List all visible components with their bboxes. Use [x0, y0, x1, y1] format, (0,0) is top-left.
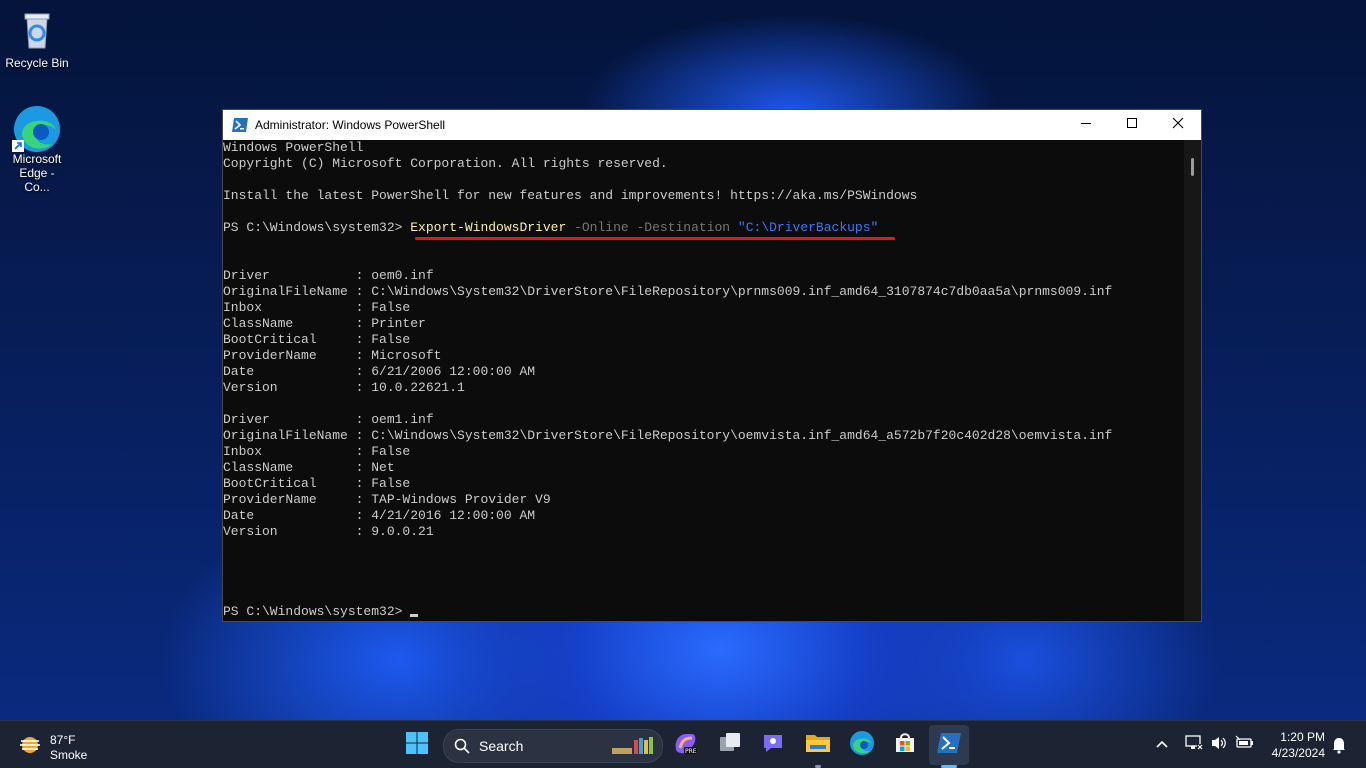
volume-icon[interactable] — [1210, 735, 1228, 756]
chat-icon — [761, 731, 785, 760]
clock-date: 4/23/2024 — [1271, 746, 1325, 760]
console-output-line: Driver : oem0.inf — [223, 268, 434, 283]
task-view-icon — [718, 731, 742, 760]
chat-button[interactable] — [753, 725, 793, 765]
console-line: Install the latest PowerShell for new fe… — [223, 188, 918, 203]
chevron-up-icon — [1155, 738, 1169, 755]
file-explorer-icon — [805, 731, 831, 760]
console-prompt: PS C:\Windows\system32> — [223, 604, 411, 619]
weather-condition: Smoke — [50, 747, 88, 762]
console-output-line: ProviderName : TAP-Windows Provider V9 — [223, 492, 551, 507]
console-output-line: Inbox : False — [223, 444, 411, 459]
powershell-icon — [232, 118, 248, 132]
notification-bell-icon[interactable] — [1331, 736, 1347, 759]
svg-text:PRE: PRE — [685, 748, 697, 755]
search-icon — [454, 738, 470, 759]
store-icon — [893, 731, 917, 760]
console-output-line: OriginalFileName : C:\Windows\System32\D… — [223, 428, 1113, 443]
powershell-window[interactable]: Administrator: Windows PowerShell Window… — [222, 109, 1202, 622]
console-output-line: BootCritical : False — [223, 476, 411, 491]
scrollbar-thumb[interactable] — [1191, 158, 1194, 176]
weather-widget[interactable]: 87°F Smoke — [16, 731, 87, 764]
console-output-line: Driver : oem1.inf — [223, 412, 434, 427]
edge-icon — [849, 730, 875, 761]
desktop-icon-label: Recycle Bin — [5, 56, 69, 70]
desktop-icon-label: Microsoft Edge - Co... — [12, 152, 62, 194]
search-box[interactable]: Search — [443, 729, 663, 763]
start-icon — [405, 731, 429, 760]
console-output-line: Date : 6/21/2006 12:00:00 AM — [223, 364, 536, 379]
console-line: Windows PowerShell — [223, 140, 364, 155]
clock[interactable]: 1:20 PM 4/23/2024 — [1265, 729, 1325, 761]
maximize-button[interactable] — [1109, 110, 1155, 140]
title-bar[interactable]: Administrator: Windows PowerShell — [223, 110, 1201, 140]
command-param-online: -Online — [566, 220, 629, 235]
console-output-line: OriginalFileName : C:\Windows\System32\D… — [223, 284, 1113, 299]
edge-icon — [12, 104, 60, 152]
text-cursor — [410, 614, 419, 617]
weather-temp: 87°F — [50, 732, 76, 747]
maximize-icon — [1126, 116, 1138, 134]
close-button[interactable] — [1155, 110, 1201, 140]
show-hidden-icons-button[interactable] — [1155, 737, 1169, 756]
edge-taskbar-button[interactable] — [842, 725, 882, 765]
copilot-icon: PRE — [672, 730, 698, 761]
file-explorer-button[interactable] — [798, 725, 838, 765]
scrollbar[interactable] — [1184, 140, 1201, 621]
console-line: Copyright (C) Microsoft Corporation. All… — [223, 156, 668, 171]
desktop-icon-recycle-bin[interactable]: Recycle Bin — [1, 8, 73, 70]
search-label: Search — [479, 738, 524, 754]
command-param-destination: -Destination — [628, 220, 731, 235]
command-highlight-underline — [415, 237, 895, 240]
search-highlight-icon — [610, 734, 656, 763]
powershell-icon — [937, 732, 961, 759]
battery-icon[interactable] — [1234, 735, 1254, 756]
console-output-line: ClassName : Net — [223, 460, 395, 475]
network-icon[interactable] — [1185, 735, 1203, 756]
console-prompt: PS C:\Windows\system32> — [223, 220, 411, 235]
start-button[interactable] — [397, 725, 437, 765]
console-output-line: Date : 4/21/2016 12:00:00 AM — [223, 508, 536, 523]
copilot-button[interactable]: PRE — [665, 725, 705, 765]
desktop-icon-edge[interactable]: Microsoft Edge - Co... — [1, 104, 73, 194]
console-output-line: ClassName : Printer — [223, 316, 426, 331]
store-button[interactable] — [885, 725, 925, 765]
minimize-icon — [1080, 116, 1092, 134]
console-output-line: Version : 10.0.22621.1 — [223, 380, 465, 395]
powershell-taskbar-button[interactable] — [929, 725, 969, 765]
command-line: PS C:\Windows\system32> Export-WindowsDr… — [223, 220, 1183, 236]
console-output-line: Version : 9.0.0.21 — [223, 524, 434, 539]
recycle-bin-icon — [15, 8, 59, 52]
final-prompt-line: PS C:\Windows\system32> — [223, 604, 1183, 620]
task-view-button[interactable] — [710, 725, 750, 765]
taskbar: 87°F Smoke Search PRE 1:20 PM 4/23/2024 — [0, 720, 1366, 768]
close-icon — [1172, 116, 1184, 134]
command-cmdlet: Export-WindowsDriver — [410, 220, 567, 235]
command-string-value: "C:\DriverBackups" — [730, 220, 879, 235]
console-output-line: ProviderName : Microsoft — [223, 348, 442, 363]
clock-time: 1:20 PM — [1280, 730, 1325, 744]
weather-sun-icon — [16, 731, 44, 764]
console-output-line: Inbox : False — [223, 300, 411, 315]
console-output[interactable]: Windows PowerShell Copyright (C) Microsof… — [223, 140, 1183, 621]
window-title: Administrator: Windows PowerShell — [255, 118, 446, 132]
console-output-line: BootCritical : False — [223, 332, 411, 347]
minimize-button[interactable] — [1063, 110, 1109, 140]
